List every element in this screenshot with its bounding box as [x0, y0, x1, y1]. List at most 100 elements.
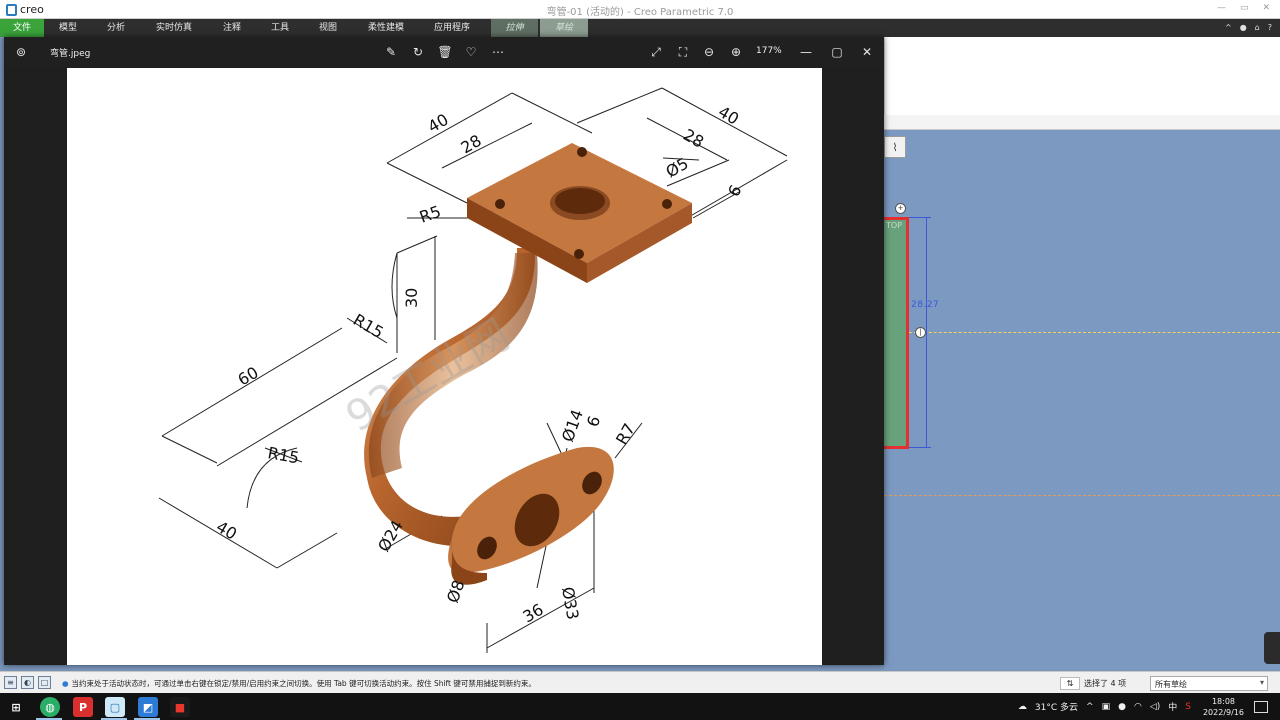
photos-app-icon[interactable]: ⊚ [13, 44, 29, 60]
wifi-icon[interactable]: ◠ [1134, 702, 1142, 712]
clock-time: 18:08 [1211, 696, 1236, 706]
status-icons: ≡ ◐ □ [4, 676, 51, 689]
selection-count[interactable]: 选择了 4 项 [1084, 678, 1126, 689]
status-bar: ≡ ◐ □ ● 当约束处于活动状态时，可通过单击右键在锁定/禁用/启用约束之间切换… [0, 671, 1280, 693]
close-button[interactable]: ✕ [1262, 3, 1270, 13]
tab-view[interactable]: 视图 [308, 19, 348, 37]
zoom-out-icon[interactable]: ⊖ [701, 44, 717, 60]
sketch-reference-line [884, 495, 1280, 496]
rotate-icon[interactable]: ↻ [410, 44, 426, 60]
tab-model[interactable]: 模型 [48, 19, 88, 37]
dimension-extension-bottom [909, 447, 931, 448]
zoom-in-icon[interactable]: ⊕ [728, 44, 744, 60]
creo-graphics-toolbar [884, 115, 1280, 130]
dim-label: 40 [213, 517, 240, 544]
tab-live-simulation[interactable]: 实时仿真 [146, 19, 202, 37]
sketch-rectangle[interactable] [884, 217, 909, 449]
drag-handle-top[interactable]: + [895, 203, 906, 214]
wps-icon[interactable]: P [73, 697, 93, 717]
volume-icon[interactable]: ◁) [1150, 702, 1160, 712]
status-message: ● 当约束处于活动状态时，可通过单击右键在锁定/禁用/启用约束之间切换。使用 Ta… [62, 678, 536, 689]
delete-icon[interactable]: 🗑 [437, 44, 453, 60]
fullscreen-icon[interactable]: ⤢ [648, 44, 664, 60]
weather-text[interactable]: 31°C 多云 [1035, 700, 1078, 713]
viewer-filename: 弯管.jpeg [50, 49, 91, 59]
clock-date: 2022/9/16 [1202, 707, 1244, 717]
viewer-close-button[interactable]: ✕ [859, 44, 875, 60]
creo-window-controls: — ▭ ✕ [1217, 3, 1270, 13]
tray-expand-icon[interactable]: ^ [1086, 702, 1094, 712]
sketch-references-icon: ⌇ [892, 140, 898, 154]
dimension-line [926, 218, 927, 448]
tab-tools[interactable]: 工具 [260, 19, 300, 37]
photos-icon[interactable]: ◩ [138, 697, 158, 717]
side-panel-grip[interactable] [1264, 632, 1280, 664]
info-dot-icon: ● [62, 679, 69, 688]
tab-extrude[interactable]: 拉伸 [491, 19, 538, 37]
edit-icon[interactable]: ✎ [383, 44, 399, 60]
dimension-value[interactable]: 28.27 [911, 300, 939, 310]
selection-filter-icon[interactable]: ⇅ [1060, 677, 1080, 690]
wechat-icon[interactable]: ◍ [40, 697, 60, 717]
help-icon[interactable]: ? [1268, 23, 1272, 32]
dim-label: 40 [715, 102, 742, 129]
viewer-toolbar: ⊚ 弯管.jpeg ✎ ↻ 🗑 ♡ ⋯ ⤢ ⛶ ⊖ ⊕ 177% — ▢ ✕ [4, 37, 884, 67]
recorder-icon[interactable]: ■ [170, 697, 190, 717]
dim-label: 28 [458, 131, 485, 158]
tab-annotate[interactable]: 注释 [212, 19, 252, 37]
fit-icon[interactable]: ⛶ [675, 44, 691, 60]
dim-label: 30 [402, 288, 421, 308]
filter-value: 所有草绘 [1155, 680, 1187, 689]
creo-titlebar: creo 弯管-01 (活动的) - Creo Parametric 7.0 —… [0, 0, 1280, 19]
antivirus-icon[interactable]: S [1185, 702, 1191, 712]
status-icon[interactable]: ● [1240, 23, 1247, 32]
dim-label: R7 [612, 420, 639, 448]
tab-analysis[interactable]: 分析 [96, 19, 136, 37]
tab-flexible-modeling[interactable]: 柔性建模 [360, 19, 412, 37]
tab-file[interactable]: 文件 [0, 19, 44, 37]
fullscreen-toggle-icon[interactable]: □ [38, 676, 51, 689]
favorite-icon[interactable]: ♡ [463, 44, 479, 60]
dim-label: 40 [425, 110, 452, 137]
collapse-ribbon-icon[interactable]: ^ [1225, 23, 1232, 32]
chevron-down-icon: ▾ [1259, 678, 1264, 687]
tab-sketch[interactable]: 草绘 [540, 19, 588, 37]
sketch-references-button[interactable]: ⌇ [884, 136, 906, 158]
sketch-plane-label: TOP [886, 221, 903, 230]
drag-handle-center[interactable]: | [915, 327, 926, 338]
creo-dashboard-area [884, 37, 1280, 115]
photo-viewer-window: ⊚ 弯管.jpeg ✎ ↻ 🗑 ♡ ⋯ ⤢ ⛶ ⊖ ⊕ 177% — ▢ ✕ 4… [4, 37, 884, 665]
browser-toggle-icon[interactable]: ◐ [21, 676, 34, 689]
dim-label: R5 [417, 202, 444, 227]
zoom-level[interactable]: 177% [756, 46, 782, 56]
ribbon-menu: 文件 模型 分析 实时仿真 注释 工具 视图 柔性建模 应用程序 拉伸 草绘 ^… [0, 19, 1280, 37]
tab-applications[interactable]: 应用程序 [424, 19, 480, 37]
more-icon[interactable]: ⋯ [490, 44, 506, 60]
graphics-canvas[interactable] [884, 130, 1280, 670]
notification-icon[interactable] [1254, 700, 1268, 713]
viewer-minimize-button[interactable]: — [798, 44, 814, 60]
microphone-icon[interactable]: ● [1118, 702, 1126, 712]
notes-icon[interactable]: ▢ [105, 697, 125, 717]
window-title: 弯管-01 (活动的) - Creo Parametric 7.0 [546, 7, 734, 18]
clock[interactable]: 18:08 2022/9/16 [1203, 696, 1244, 718]
home-icon[interactable]: ⌂ [1255, 23, 1260, 32]
viewer-maximize-button[interactable]: ▢ [829, 44, 845, 60]
minimize-button[interactable]: — [1217, 3, 1226, 13]
network-icon[interactable]: ▣ [1102, 702, 1111, 712]
selection-info: ⇅ 选择了 4 项 [1060, 677, 1126, 690]
windows-taskbar: ⊞ ◍ P ▢ ◩ ■ ☁ 31°C 多云 ^ ▣ ● ◠ ◁) 中 S 18:… [0, 693, 1280, 720]
maximize-button[interactable]: ▭ [1240, 3, 1249, 13]
dim-label: Ø33 [558, 585, 582, 621]
windows-logo-icon: ⊞ [11, 700, 21, 714]
bent-pipe-drawing: 40 28 40 28 Ø5 6 R5 30 R15 60 R15 40 Ø24… [158, 87, 788, 653]
dim-label: 60 [235, 363, 262, 390]
dim-label: 36 [520, 600, 547, 627]
sketch-centerline [884, 332, 1280, 333]
start-button[interactable]: ⊞ [6, 697, 26, 717]
dim-label: Ø14 [558, 407, 587, 444]
dim-label: R15 [266, 443, 300, 467]
filter-dropdown[interactable]: 所有草绘 ▾ [1150, 676, 1268, 691]
navigator-toggle-icon[interactable]: ≡ [4, 676, 17, 689]
ime-indicator[interactable]: 中 [1168, 700, 1177, 713]
